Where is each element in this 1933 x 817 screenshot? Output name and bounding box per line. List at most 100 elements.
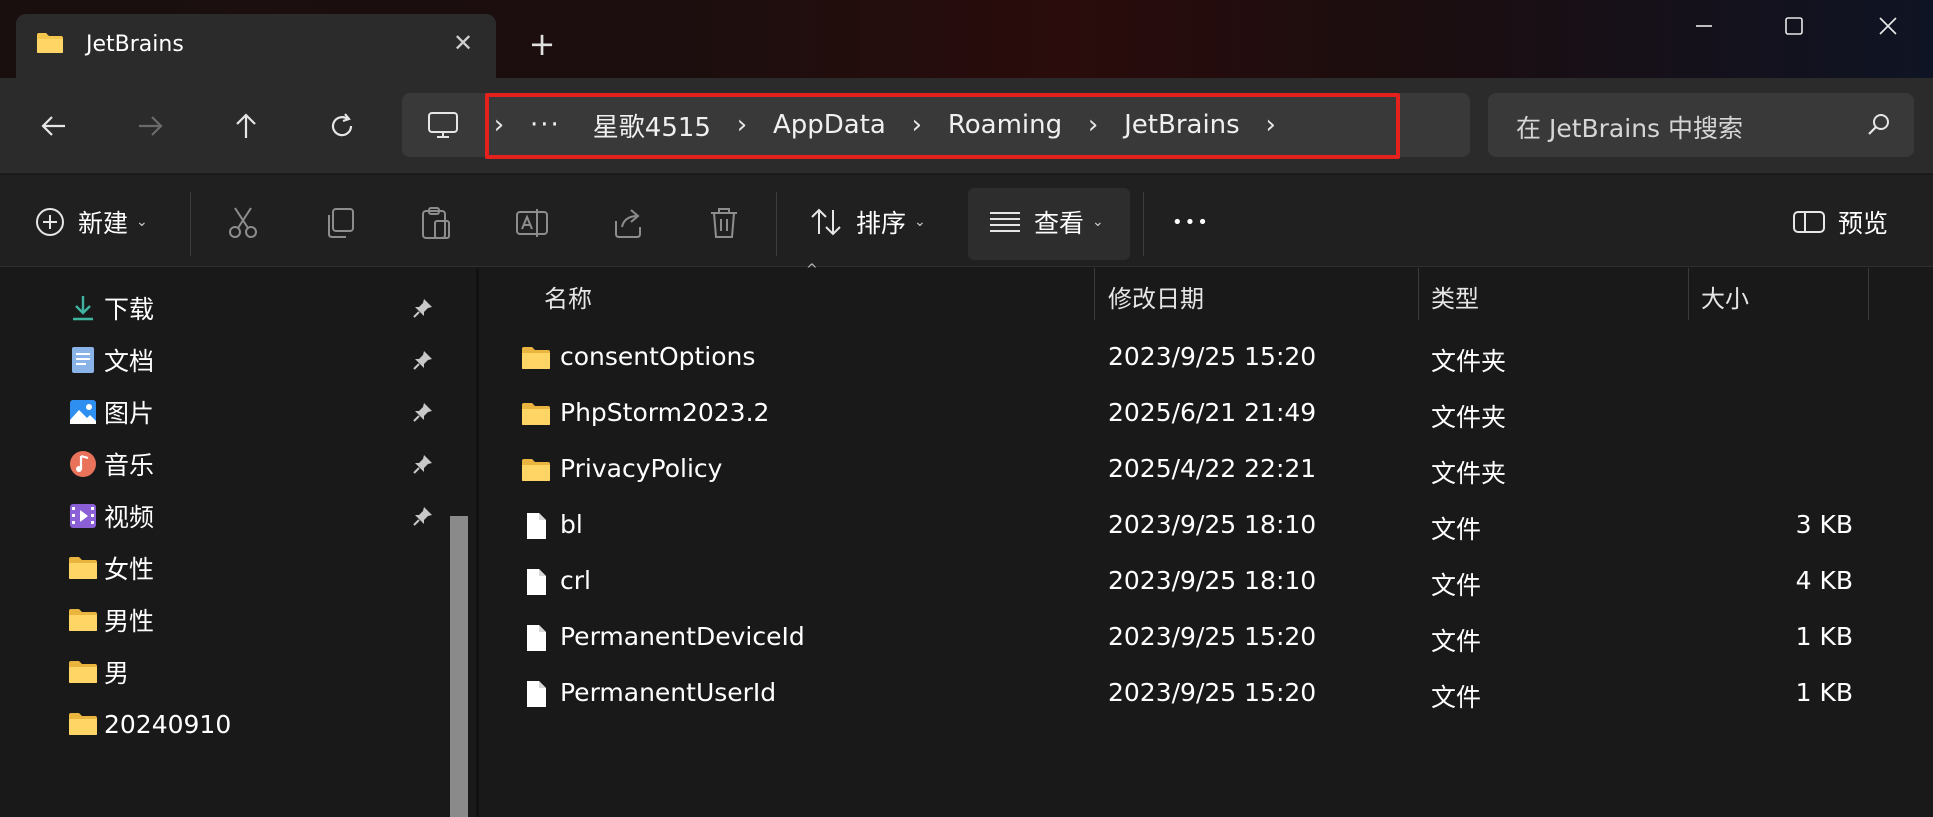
cut-icon[interactable] xyxy=(225,205,261,241)
chevron-right-icon[interactable]: › xyxy=(1256,110,1286,140)
file-icon xyxy=(527,625,546,651)
sort-button[interactable]: 排序 ⌄ xyxy=(808,196,926,248)
sort-icon xyxy=(811,208,841,236)
breadcrumb-overflow[interactable]: ··· xyxy=(514,110,577,140)
tab-title: JetBrains xyxy=(86,32,184,57)
new-tab-button[interactable]: + xyxy=(522,24,562,64)
sidebar-item-documents[interactable]: 文档 xyxy=(0,334,460,386)
table-row[interactable]: PermanentUserId 2023/9/25 15:20 文件 1 KB xyxy=(479,666,1933,722)
sidebar-item-folder[interactable]: 男性 xyxy=(0,594,460,646)
search-input[interactable]: 在 JetBrains 中搜索 xyxy=(1516,109,1743,145)
breadcrumb-appdata[interactable]: AppData xyxy=(757,110,902,140)
close-window-button[interactable] xyxy=(1858,6,1918,46)
file-name: bl xyxy=(560,510,583,539)
preview-label: 预览 xyxy=(1838,209,1889,238)
sidebar-item-downloads[interactable]: 下载 xyxy=(0,282,460,334)
new-button[interactable]: 新建 ⌄ xyxy=(34,196,148,248)
file-type: 文件 xyxy=(1431,515,1482,544)
breadcrumb-roaming[interactable]: Roaming xyxy=(932,110,1078,140)
file-modified: 2025/6/21 21:49 xyxy=(1108,398,1317,427)
file-size: 1 KB xyxy=(1795,622,1853,651)
column-header-modified[interactable]: 修改日期 xyxy=(1108,268,1204,324)
back-button[interactable] xyxy=(32,104,76,148)
close-icon xyxy=(1879,17,1897,35)
column-divider[interactable] xyxy=(1868,268,1869,320)
tab-jetbrains[interactable]: JetBrains ✕ xyxy=(16,14,496,78)
navigation-pane: 下载 文档 图片 音乐 视频 女性 男性 男 20240910 xyxy=(0,268,476,817)
file-modified: 2023/9/25 15:20 xyxy=(1108,622,1317,651)
delete-icon[interactable] xyxy=(706,205,742,241)
more-options-button[interactable]: ••• xyxy=(1172,196,1210,248)
folder-icon xyxy=(522,347,550,369)
column-header-size[interactable]: 大小 xyxy=(1701,268,1749,324)
sidebar-item-folder[interactable]: 女性 xyxy=(0,542,460,594)
file-type: 文件夹 xyxy=(1431,347,1507,376)
table-row[interactable]: consentOptions 2023/9/25 15:20 文件夹 xyxy=(479,330,1933,386)
minimize-button[interactable] xyxy=(1674,6,1734,46)
up-button[interactable] xyxy=(224,104,268,148)
sidebar-item-label: 下载 xyxy=(104,295,155,324)
forward-button[interactable] xyxy=(128,104,172,148)
chevron-right-icon[interactable]: › xyxy=(484,110,514,140)
search-icon[interactable] xyxy=(1866,111,1892,137)
breadcrumb-jetbrains[interactable]: JetBrains xyxy=(1108,110,1256,140)
column-divider[interactable] xyxy=(1094,268,1095,320)
file-icon xyxy=(527,569,546,595)
file-modified: 2023/9/25 18:10 xyxy=(1108,510,1317,539)
table-row[interactable]: PermanentDeviceId 2023/9/25 15:20 文件 1 K… xyxy=(479,610,1933,666)
file-size: 4 KB xyxy=(1795,566,1853,595)
folder-icon xyxy=(522,459,550,481)
sidebar-item-pictures[interactable]: 图片 xyxy=(0,386,460,438)
file-modified: 2025/4/22 22:21 xyxy=(1108,454,1317,483)
column-divider[interactable] xyxy=(1688,268,1689,320)
documents-icon xyxy=(72,347,94,373)
sidebar-item-label: 视频 xyxy=(104,503,155,532)
chevron-right-icon[interactable]: › xyxy=(902,110,932,140)
tab-close-icon[interactable]: ✕ xyxy=(448,28,478,58)
refresh-button[interactable] xyxy=(320,104,364,148)
sidebar-item-folder[interactable]: 20240910 xyxy=(0,698,460,750)
rename-icon[interactable] xyxy=(514,205,550,241)
music-icon xyxy=(70,451,96,477)
copy-icon[interactable] xyxy=(322,205,358,241)
column-header-type[interactable]: 类型 xyxy=(1431,268,1479,324)
column-header-name[interactable]: 名称 xyxy=(544,268,592,324)
sidebar-item-folder[interactable]: 男 xyxy=(0,646,460,698)
maximize-button[interactable] xyxy=(1764,6,1824,46)
file-name: consentOptions xyxy=(560,342,756,371)
file-name: PermanentDeviceId xyxy=(560,622,805,651)
preview-button[interactable]: 预览 xyxy=(1792,196,1888,248)
scrollbar-thumb[interactable] xyxy=(450,516,468,817)
table-row[interactable]: PhpStorm2023.2 2025/6/21 21:49 文件夹 xyxy=(479,386,1933,442)
table-row[interactable]: bl 2023/9/25 18:10 文件 3 KB xyxy=(479,498,1933,554)
column-divider[interactable] xyxy=(1418,268,1419,320)
sidebar-item-label: 男性 xyxy=(104,607,155,636)
search-box[interactable]: 在 JetBrains 中搜索 xyxy=(1488,93,1914,157)
file-name: PhpStorm2023.2 xyxy=(560,398,770,427)
chevron-right-icon[interactable]: › xyxy=(1078,110,1108,140)
divider xyxy=(1143,192,1144,256)
new-label: 新建 xyxy=(78,209,129,238)
sidebar-item-music[interactable]: 音乐 xyxy=(0,438,460,490)
sidebar-item-videos[interactable]: 视频 xyxy=(0,490,460,542)
view-button[interactable]: 查看 ⌄ xyxy=(988,196,1104,248)
chevron-right-icon[interactable]: › xyxy=(727,110,757,140)
chevron-down-icon: ⌄ xyxy=(1092,214,1104,230)
folder-icon xyxy=(522,403,550,425)
pin-icon[interactable] xyxy=(412,297,434,319)
table-row[interactable]: PrivacyPolicy 2025/4/22 22:21 文件夹 xyxy=(479,442,1933,498)
table-row[interactable]: crl 2023/9/25 18:10 文件 4 KB xyxy=(479,554,1933,610)
paste-icon[interactable] xyxy=(418,205,454,241)
file-modified: 2023/9/25 15:20 xyxy=(1108,342,1317,371)
pin-icon[interactable] xyxy=(412,401,434,423)
breadcrumb-user[interactable]: 星歌4515 xyxy=(577,107,727,144)
maximize-icon xyxy=(1785,17,1803,35)
pin-icon[interactable] xyxy=(412,505,434,527)
folder-icon xyxy=(37,33,63,53)
this-pc-icon[interactable] xyxy=(426,108,460,142)
pin-icon[interactable] xyxy=(412,349,434,371)
share-icon[interactable] xyxy=(610,205,646,241)
pin-icon[interactable] xyxy=(412,453,434,475)
file-modified: 2023/9/25 18:10 xyxy=(1108,566,1317,595)
list-view-icon xyxy=(990,212,1020,232)
